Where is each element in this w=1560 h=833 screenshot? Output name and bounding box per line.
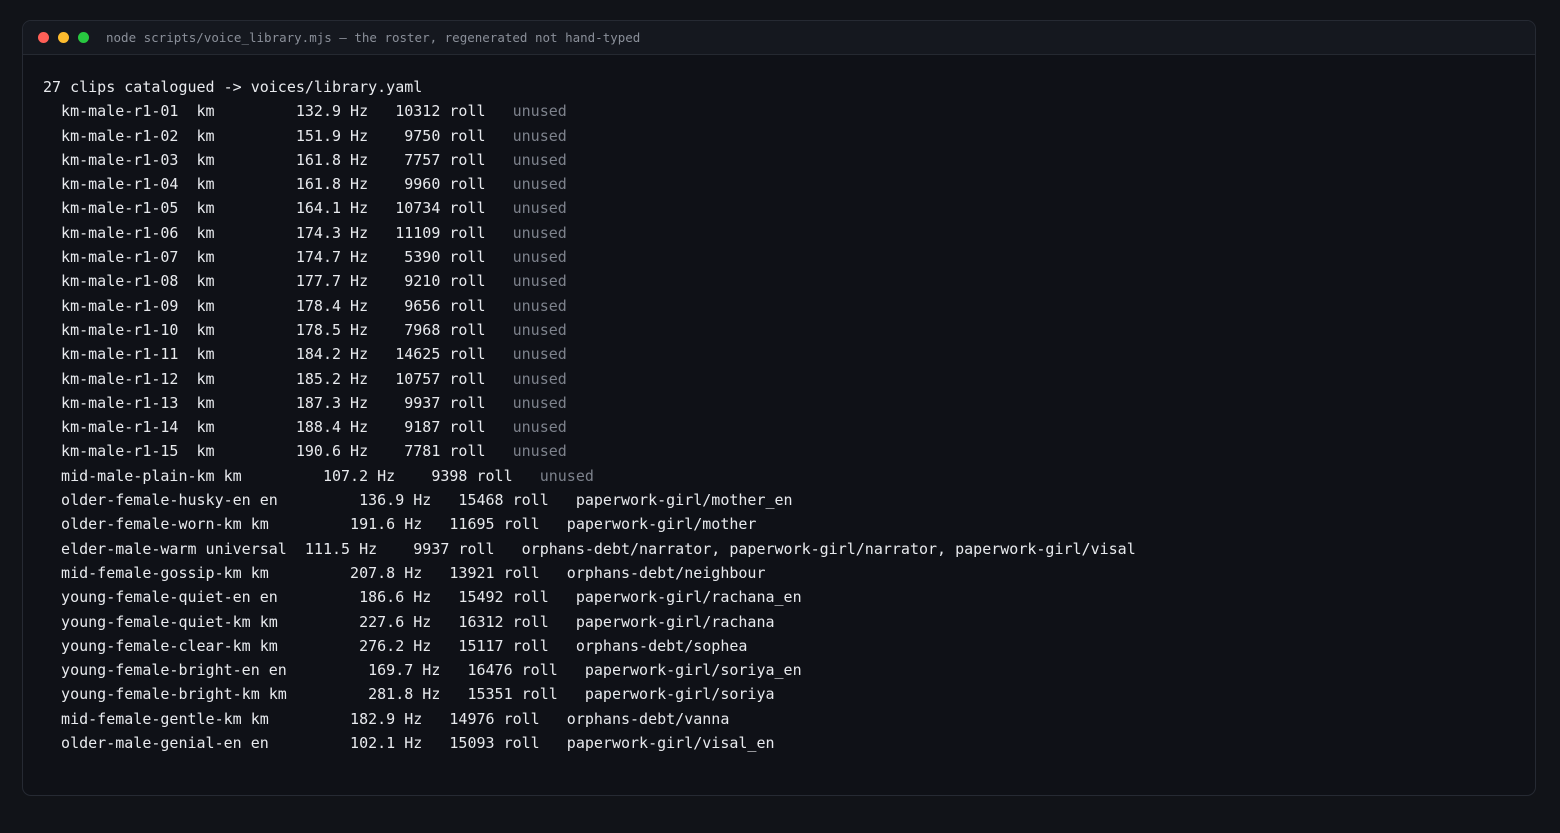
voice-usage-assignments: paperwork-girl/rachana	[575, 612, 775, 631]
voice-usage-unused: unused	[512, 223, 567, 242]
voice-usage-unused: unused	[512, 320, 567, 339]
terminal-output[interactable]: 27 clips catalogued -> voices/library.ya…	[23, 55, 1535, 755]
voice-row: km-male-r1-08 km 177.7 Hz 9210 roll unus…	[43, 269, 1515, 293]
voice-row-details: km-male-r1-09 km 178.4 Hz 9656 roll	[43, 296, 513, 315]
voice-usage-assignments: orphans-debt/neighbour	[566, 563, 766, 582]
voice-row-details: km-male-r1-06 km 174.3 Hz 11109 roll	[43, 223, 513, 242]
voice-usage-unused: unused	[512, 272, 567, 291]
voice-usage-assignments: paperwork-girl/mother	[566, 515, 757, 534]
voice-usage-unused: unused	[512, 393, 567, 412]
voice-row-details: elder-male-warm universal 111.5 Hz 9937 …	[43, 539, 522, 558]
voice-usage-assignments: orphans-debt/sophea	[575, 636, 748, 655]
voice-row: km-male-r1-15 km 190.6 Hz 7781 roll unus…	[43, 439, 1515, 463]
voice-usage-unused: unused	[512, 150, 567, 169]
voice-row: km-male-r1-14 km 188.4 Hz 9187 roll unus…	[43, 415, 1515, 439]
voice-row: older-female-worn-km km 191.6 Hz 11695 r…	[43, 512, 1515, 536]
voice-usage-assignments: paperwork-girl/mother_en	[575, 491, 793, 510]
window-title: node scripts/voice_library.mjs — the ros…	[106, 30, 641, 45]
voice-row-details: mid-female-gentle-km km 182.9 Hz 14976 r…	[43, 709, 567, 728]
voice-row: km-male-r1-11 km 184.2 Hz 14625 roll unu…	[43, 342, 1515, 366]
voice-row: km-male-r1-02 km 151.9 Hz 9750 roll unus…	[43, 124, 1515, 148]
voice-row: mid-female-gossip-km km 207.8 Hz 13921 r…	[43, 561, 1515, 585]
voice-row: mid-male-plain-km km 107.2 Hz 9398 roll …	[43, 464, 1515, 488]
voice-row: km-male-r1-13 km 187.3 Hz 9937 roll unus…	[43, 391, 1515, 415]
voice-row: young-female-bright-km km 281.8 Hz 15351…	[43, 682, 1515, 706]
output-summary-line: 27 clips catalogued -> voices/library.ya…	[43, 78, 423, 96]
voice-row-details: young-female-quiet-km km 227.6 Hz 16312 …	[43, 612, 576, 631]
voice-row: km-male-r1-04 km 161.8 Hz 9960 roll unus…	[43, 172, 1515, 196]
voice-row: km-male-r1-09 km 178.4 Hz 9656 roll unus…	[43, 294, 1515, 318]
voice-row: older-male-genial-en en 102.1 Hz 15093 r…	[43, 731, 1515, 755]
voice-usage-unused: unused	[512, 442, 567, 461]
voice-row-details: young-female-clear-km km 276.2 Hz 15117 …	[43, 636, 576, 655]
voice-row-details: young-female-bright-km km 281.8 Hz 15351…	[43, 685, 585, 704]
voice-usage-assignments: orphans-debt/narrator, paperwork-girl/na…	[521, 539, 1136, 558]
voice-usage-assignments: orphans-debt/vanna	[566, 709, 730, 728]
voice-row-details: older-male-genial-en en 102.1 Hz 15093 r…	[43, 734, 567, 753]
voice-row-details: mid-male-plain-km km 107.2 Hz 9398 roll	[43, 466, 540, 485]
voice-row: young-female-clear-km km 276.2 Hz 15117 …	[43, 634, 1515, 658]
voice-row-details: young-female-bright-en en 169.7 Hz 16476…	[43, 661, 585, 680]
title-bar: node scripts/voice_library.mjs — the ros…	[23, 21, 1535, 55]
voice-usage-unused: unused	[512, 199, 567, 218]
voice-usage-unused: unused	[539, 466, 594, 485]
minimize-window-button[interactable]	[58, 32, 69, 43]
voice-row-details: km-male-r1-05 km 164.1 Hz 10734 roll	[43, 199, 513, 218]
voice-row-details: km-male-r1-11 km 184.2 Hz 14625 roll	[43, 345, 513, 364]
voice-row: km-male-r1-06 km 174.3 Hz 11109 roll unu…	[43, 221, 1515, 245]
voice-usage-assignments: paperwork-girl/rachana_en	[575, 588, 802, 607]
voice-row-details: km-male-r1-01 km 132.9 Hz 10312 roll	[43, 102, 513, 121]
voice-usage-unused: unused	[512, 126, 567, 145]
voice-row-details: km-male-r1-15 km 190.6 Hz 7781 roll	[43, 442, 513, 461]
voice-row: km-male-r1-05 km 164.1 Hz 10734 roll unu…	[43, 196, 1515, 220]
voice-usage-assignments: paperwork-girl/soriya_en	[584, 661, 802, 680]
voice-usage-assignments: paperwork-girl/visal_en	[566, 734, 775, 753]
voice-row-details: km-male-r1-14 km 188.4 Hz 9187 roll	[43, 418, 513, 437]
voice-row-details: older-female-worn-km km 191.6 Hz 11695 r…	[43, 515, 567, 534]
voice-usage-unused: unused	[512, 175, 567, 194]
voice-roster-list: km-male-r1-01 km 132.9 Hz 10312 roll unu…	[43, 99, 1515, 755]
voice-row-details: km-male-r1-04 km 161.8 Hz 9960 roll	[43, 175, 513, 194]
voice-row-details: km-male-r1-03 km 161.8 Hz 7757 roll	[43, 150, 513, 169]
voice-row: km-male-r1-03 km 161.8 Hz 7757 roll unus…	[43, 148, 1515, 172]
voice-row: km-male-r1-01 km 132.9 Hz 10312 roll unu…	[43, 99, 1515, 123]
voice-row-details: young-female-quiet-en en 186.6 Hz 15492 …	[43, 588, 576, 607]
voice-usage-unused: unused	[512, 102, 567, 121]
maximize-window-button[interactable]	[78, 32, 89, 43]
voice-row: km-male-r1-07 km 174.7 Hz 5390 roll unus…	[43, 245, 1515, 269]
voice-row: young-female-bright-en en 169.7 Hz 16476…	[43, 658, 1515, 682]
voice-row-details: km-male-r1-10 km 178.5 Hz 7968 roll	[43, 320, 513, 339]
voice-row: km-male-r1-10 km 178.5 Hz 7968 roll unus…	[43, 318, 1515, 342]
voice-usage-unused: unused	[512, 296, 567, 315]
voice-row: elder-male-warm universal 111.5 Hz 9937 …	[43, 537, 1515, 561]
voice-row-details: km-male-r1-02 km 151.9 Hz 9750 roll	[43, 126, 513, 145]
voice-usage-unused: unused	[512, 345, 567, 364]
voice-row: young-female-quiet-km km 227.6 Hz 16312 …	[43, 610, 1515, 634]
voice-usage-assignments: paperwork-girl/soriya	[584, 685, 775, 704]
voice-row: km-male-r1-12 km 185.2 Hz 10757 roll unu…	[43, 367, 1515, 391]
close-window-button[interactable]	[38, 32, 49, 43]
voice-usage-unused: unused	[512, 248, 567, 267]
voice-usage-unused: unused	[512, 418, 567, 437]
voice-row-details: older-female-husky-en en 136.9 Hz 15468 …	[43, 491, 576, 510]
voice-row-details: mid-female-gossip-km km 207.8 Hz 13921 r…	[43, 563, 567, 582]
voice-row-details: km-male-r1-08 km 177.7 Hz 9210 roll	[43, 272, 513, 291]
terminal-window: node scripts/voice_library.mjs — the ros…	[22, 20, 1536, 796]
voice-usage-unused: unused	[512, 369, 567, 388]
voice-row-details: km-male-r1-07 km 174.7 Hz 5390 roll	[43, 248, 513, 267]
voice-row-details: km-male-r1-12 km 185.2 Hz 10757 roll	[43, 369, 513, 388]
voice-row: mid-female-gentle-km km 182.9 Hz 14976 r…	[43, 707, 1515, 731]
voice-row: young-female-quiet-en en 186.6 Hz 15492 …	[43, 585, 1515, 609]
voice-row: older-female-husky-en en 136.9 Hz 15468 …	[43, 488, 1515, 512]
voice-row-details: km-male-r1-13 km 187.3 Hz 9937 roll	[43, 393, 513, 412]
